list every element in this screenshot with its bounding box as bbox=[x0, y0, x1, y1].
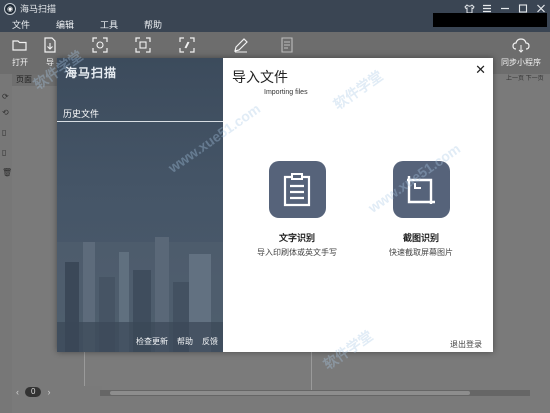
text-recognition-desc: 导入印刷体或英文手写 bbox=[257, 248, 337, 257]
import-file-icon bbox=[41, 36, 59, 54]
formula-frame-icon bbox=[178, 36, 196, 54]
rotate-icon[interactable]: ⟳ bbox=[2, 92, 10, 101]
formula-button[interactable] bbox=[171, 36, 203, 54]
text-recognition-card[interactable]: 文字识别 导入印刷体或英文手写 bbox=[242, 161, 352, 258]
open-label: 打开 bbox=[12, 58, 28, 67]
cloud-sync-icon bbox=[512, 36, 530, 54]
text-recognition-title: 文字识别 bbox=[278, 233, 315, 243]
help-link[interactable]: 帮助 bbox=[177, 336, 193, 347]
document-button[interactable] bbox=[271, 36, 303, 54]
sync-label: 同步小程序 bbox=[501, 58, 541, 67]
page-number: 0 bbox=[25, 387, 42, 397]
history-files-label[interactable]: 历史文件 bbox=[63, 107, 99, 120]
page-icon[interactable]: ▯ bbox=[2, 128, 10, 137]
sync-miniprogram-button[interactable]: 同步小程序 bbox=[496, 36, 546, 68]
title-bar: ◉ 海马扫描 bbox=[0, 0, 550, 27]
dialog-close-button[interactable]: ✕ bbox=[475, 62, 486, 78]
page-navigator: ‹ 0 › bbox=[12, 386, 102, 398]
dialog-title: 导入文件 bbox=[232, 69, 288, 85]
screenshot-recognition-desc: 快速截取屏幕图片 bbox=[389, 248, 453, 257]
dialog-subtitle: Importing files bbox=[264, 89, 308, 96]
folder-open-icon bbox=[11, 36, 29, 54]
menu-edit[interactable]: 编辑 bbox=[56, 18, 74, 31]
dialog-side-panel: 海马扫描 历史文件 检查更新 帮助 反馈 bbox=[57, 58, 223, 352]
page-alt-icon[interactable]: ▯ bbox=[2, 148, 10, 157]
prev-page-icon[interactable]: ‹ bbox=[16, 387, 19, 397]
focus-frame-icon bbox=[91, 36, 109, 54]
history-divider bbox=[57, 121, 223, 122]
edit-button[interactable] bbox=[225, 36, 257, 54]
dialog-content: 导入文件 Importing files ✕ 文字识别 导入印刷体或英文手写 截… bbox=[223, 58, 493, 352]
page-list-header: 页面 bbox=[12, 74, 58, 86]
app-title: 海马扫描 bbox=[20, 4, 57, 14]
scrollbar-thumb[interactable] bbox=[110, 391, 470, 395]
menu-tools[interactable]: 工具 bbox=[100, 18, 118, 31]
trash-icon[interactable]: 🗑 bbox=[2, 168, 12, 177]
rotate-back-icon[interactable]: ⟲ bbox=[2, 108, 10, 117]
check-update-link[interactable]: 检查更新 bbox=[136, 336, 168, 347]
horizontal-scrollbar[interactable] bbox=[100, 390, 530, 396]
screenshot-crop-icon[interactable] bbox=[392, 161, 450, 218]
document-text-icon[interactable] bbox=[268, 161, 326, 218]
app-logo-icon: ◉ bbox=[4, 2, 16, 15]
left-tool-rail: ⟳ ⟲ ▯ ▯ 🗑 bbox=[0, 74, 12, 413]
crop-frame-icon bbox=[134, 36, 152, 54]
screenshot-recognition-title: 截图识别 bbox=[402, 233, 439, 243]
city-skyline-image bbox=[57, 237, 223, 352]
logout-link[interactable]: 退出登录 bbox=[450, 339, 482, 350]
dialog-brand-logo: 海马扫描 bbox=[65, 66, 118, 80]
import-dialog: 海马扫描 历史文件 检查更新 帮助 反馈 导入文件 Importing file… bbox=[57, 58, 493, 352]
next-page-icon[interactable]: › bbox=[47, 387, 50, 397]
document-icon bbox=[278, 36, 296, 54]
feedback-link[interactable]: 反馈 bbox=[202, 336, 218, 347]
import-label: 导 bbox=[46, 58, 54, 67]
crop-button[interactable] bbox=[127, 36, 159, 54]
scan-focus-button[interactable] bbox=[84, 36, 116, 54]
dialog-footer-links: 检查更新 帮助 反馈 bbox=[136, 336, 218, 347]
pen-edit-icon bbox=[232, 36, 250, 54]
redaction-box bbox=[433, 13, 547, 27]
screenshot-recognition-card[interactable]: 截图识别 快速截取屏幕图片 bbox=[366, 161, 476, 258]
open-button[interactable]: 打开 bbox=[4, 36, 36, 68]
menu-help[interactable]: 帮助 bbox=[144, 18, 162, 31]
menu-file[interactable]: 文件 bbox=[12, 18, 30, 31]
